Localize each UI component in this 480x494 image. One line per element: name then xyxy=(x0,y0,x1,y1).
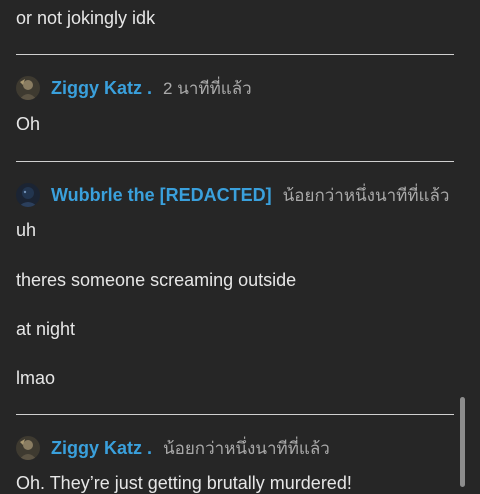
message-text: uh xyxy=(16,220,37,240)
message-text: lmao xyxy=(16,368,56,388)
message-text: Oh xyxy=(16,114,41,134)
divider xyxy=(16,54,454,55)
wubbrle-avatar-icon xyxy=(16,183,40,207)
avatar[interactable] xyxy=(16,76,40,100)
scrollbar-thumb[interactable] xyxy=(460,397,465,487)
message-text: at night xyxy=(16,319,76,339)
post-header: Ziggy Katz . น้อยกว่าหนึ่งนาทีที่แล้ว xyxy=(16,435,330,461)
author-name[interactable]: Wubbrle the [REDACTED] xyxy=(51,185,272,206)
message-text: theres someone screaming outside xyxy=(16,270,297,290)
timestamp[interactable]: น้อยกว่าหนึ่งนาทีที่แล้ว xyxy=(163,435,330,462)
timestamp[interactable]: น้อยกว่าหนึ่งนาทีที่แล้ว xyxy=(283,182,450,209)
author-name[interactable]: Ziggy Katz . xyxy=(51,438,152,459)
timestamp[interactable]: 2 นาทีที่แล้ว xyxy=(163,75,252,102)
message-text: Oh. They’re just getting brutally murder… xyxy=(16,473,352,493)
divider xyxy=(16,414,454,415)
author-name[interactable]: Ziggy Katz . xyxy=(51,78,152,99)
message-text: or not jokingly idk xyxy=(16,8,156,28)
post-header: Wubbrle the [REDACTED] น้อยกว่าหนึ่งนาที… xyxy=(16,182,449,208)
post-header: Ziggy Katz . 2 นาทีที่แล้ว xyxy=(16,75,252,101)
divider xyxy=(16,161,454,162)
avatar[interactable] xyxy=(16,436,40,460)
avatar[interactable] xyxy=(16,183,40,207)
ziggy-avatar-icon xyxy=(16,76,40,100)
ziggy-avatar-icon xyxy=(16,436,40,460)
